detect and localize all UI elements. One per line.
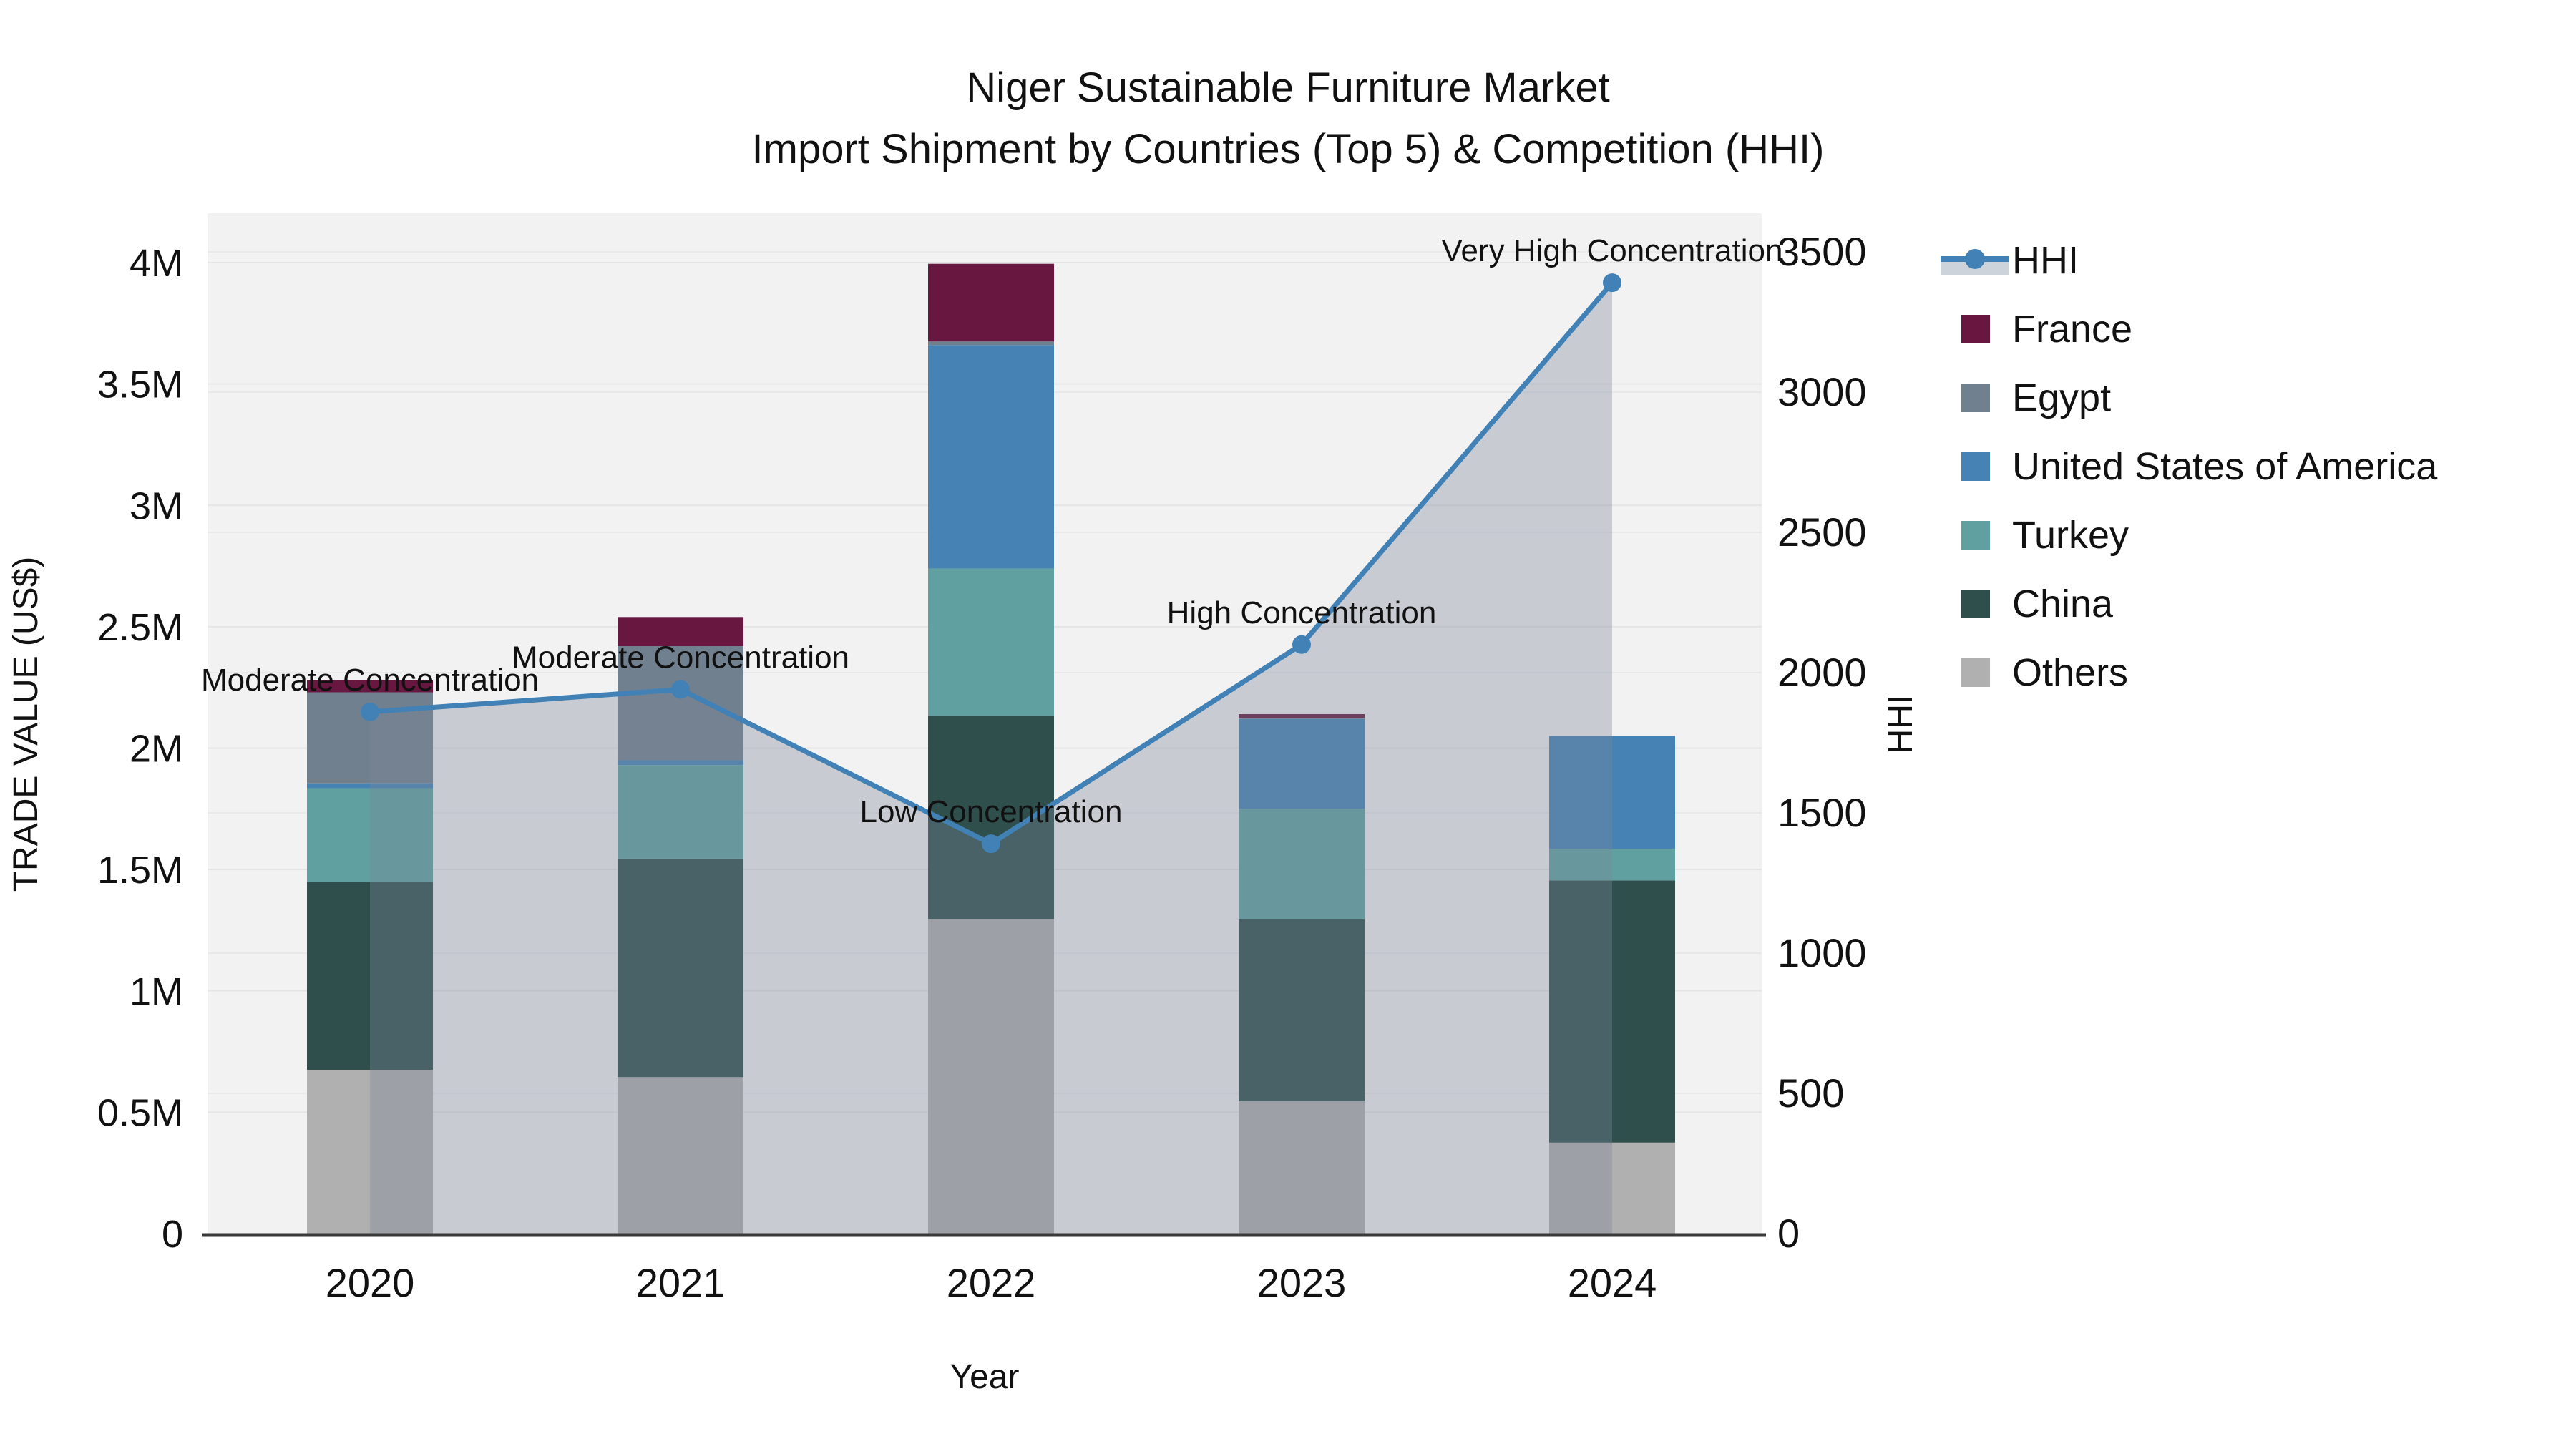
annotation-2024: Very High Concentration	[1442, 233, 1783, 268]
legend-label: Egypt	[2012, 376, 2111, 419]
right-tick-1500: 1500	[1777, 790, 1867, 835]
annotation-2022: Low Concentration	[860, 794, 1123, 829]
legend-swatch-icon	[1961, 658, 1990, 687]
left-tick-3M: 3M	[130, 484, 183, 527]
legend-item-china[interactable]: China	[1961, 582, 2114, 625]
hhi-marker-2021[interactable]	[671, 680, 690, 699]
left-tick-0.5M: 0.5M	[97, 1091, 183, 1134]
right-tick-3000: 3000	[1777, 369, 1867, 414]
legend-swatch-icon	[1961, 384, 1990, 412]
legend-item-france[interactable]: France	[1961, 308, 2132, 351]
chart-title-line2: Import Shipment by Countries (Top 5) & C…	[752, 126, 1825, 172]
legend-item-hhi[interactable]: HHI	[1941, 239, 2079, 282]
right-tick-0: 0	[1777, 1211, 1800, 1256]
annotation-2023: High Concentration	[1167, 595, 1437, 630]
left-tick-2M: 2M	[130, 728, 183, 771]
legend-item-united-states-of-america[interactable]: United States of America	[1961, 445, 2438, 488]
left-tick-3.5M: 3.5M	[97, 364, 183, 406]
x-axis-title: Year	[950, 1358, 1020, 1396]
legend-swatch-icon	[1961, 521, 1990, 550]
legend-swatch-icon	[1961, 452, 1990, 481]
bar-segment-2022-france[interactable]	[928, 263, 1054, 342]
legend-label: Turkey	[2012, 514, 2129, 557]
annotation-2021: Moderate Concentration	[512, 640, 849, 675]
bar-segment-2022-egypt[interactable]	[928, 341, 1054, 346]
chart-canvas: Moderate ConcentrationModerate Concentra…	[7, 64, 2438, 1396]
legend-label: China	[2012, 582, 2114, 625]
legend-swatch-icon	[1961, 590, 1990, 618]
left-tick-0: 0	[162, 1213, 183, 1256]
hhi-marker-2022[interactable]	[982, 834, 1000, 854]
x-tick-2023: 2023	[1257, 1260, 1347, 1305]
right-axis-title: HHI	[1882, 695, 1920, 754]
right-tick-2500: 2500	[1777, 509, 1867, 555]
legend-item-egypt[interactable]: Egypt	[1961, 376, 2111, 419]
legend-item-others[interactable]: Others	[1961, 651, 2128, 694]
x-tick-2024: 2024	[1568, 1260, 1657, 1305]
hhi-marker-2023[interactable]	[1292, 635, 1311, 654]
bar-segment-2022-united-states-of-america[interactable]	[928, 345, 1054, 569]
left-tick-4M: 4M	[130, 242, 183, 285]
chart-title-line1: Niger Sustainable Furniture Market	[966, 64, 1609, 111]
hhi-marker-2020[interactable]	[361, 702, 379, 721]
right-tick-2000: 2000	[1777, 650, 1867, 695]
left-axis-title: TRADE VALUE (US$)	[7, 557, 45, 892]
x-tick-2021: 2021	[636, 1260, 726, 1305]
right-tick-500: 500	[1777, 1070, 1844, 1116]
x-tick-2020: 2020	[326, 1260, 415, 1305]
hhi-legend-marker-icon	[1965, 249, 1985, 269]
legend-label: France	[2012, 308, 2132, 351]
x-tick-2022: 2022	[947, 1260, 1036, 1305]
right-tick-1000: 1000	[1777, 930, 1867, 975]
legend-label: Others	[2012, 651, 2128, 694]
hhi-marker-2024[interactable]	[1603, 273, 1621, 293]
legend-label: United States of America	[2012, 445, 2438, 488]
bar-segment-2022-turkey[interactable]	[928, 568, 1054, 716]
legend-label: HHI	[2012, 239, 2079, 282]
legend-item-turkey[interactable]: Turkey	[1961, 514, 2129, 557]
legend-swatch-icon	[1961, 315, 1990, 343]
left-tick-1M: 1M	[130, 970, 183, 1013]
chart-figure: Moderate Concentration Moderate Concentra…	[0, 0, 2576, 1449]
right-tick-3500: 3500	[1777, 229, 1867, 274]
left-tick-2.5M: 2.5M	[97, 606, 183, 649]
left-tick-1.5M: 1.5M	[97, 849, 183, 892]
annotation-2020: Moderate Concentration	[201, 663, 539, 698]
